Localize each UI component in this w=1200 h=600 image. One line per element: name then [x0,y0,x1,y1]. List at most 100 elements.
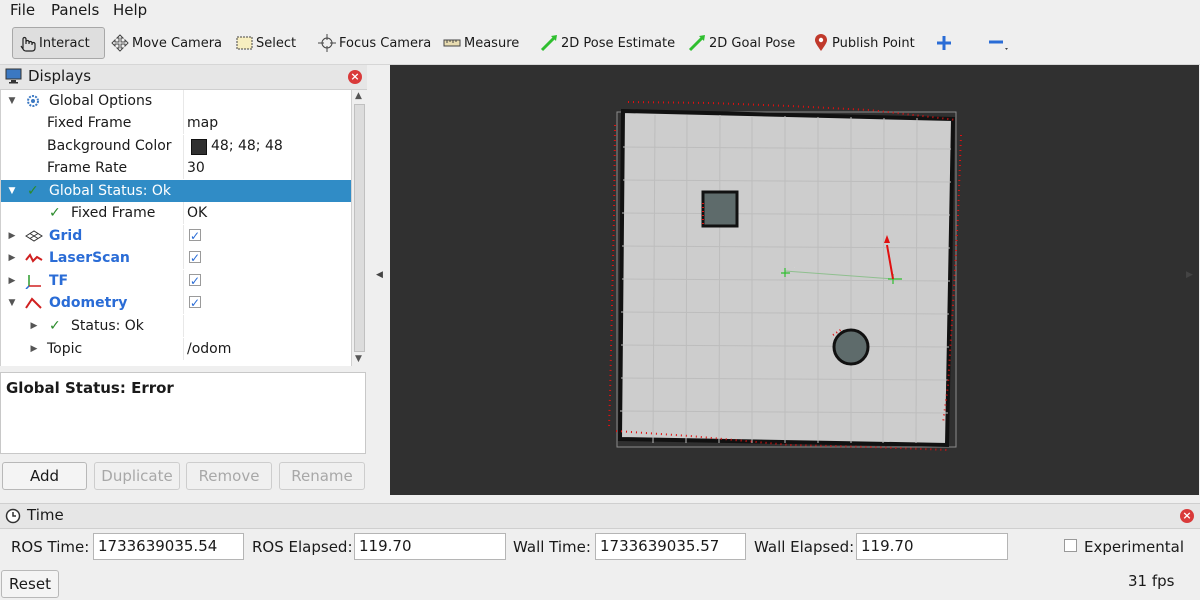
wall-elapsed-field[interactable]: 119.70 [856,533,1008,560]
column-divider [183,90,184,112]
render-viewport[interactable]: · [390,65,1199,495]
remove-tool-button[interactable] [982,27,1018,59]
tree-row-status-fixed-frame[interactable]: ✓ Fixed Frame OK [1,202,352,224]
map-scene: · [608,101,962,451]
wall-time-field[interactable]: 1733639035.57 [595,533,746,560]
tree-label: Background Color [47,138,172,154]
reset-button[interactable]: Reset [1,570,59,598]
measure-label: Measure [464,35,520,51]
displays-title: Displays [28,67,92,85]
chevron-right-icon[interactable]: ▶ [7,270,17,292]
fps-readout: 31 fps [1128,572,1175,590]
tree-row-laserscan[interactable]: ▶ LaserScan [1,247,352,269]
chevron-down-icon[interactable]: ▼ [7,292,17,314]
green-arrow-icon [688,35,705,52]
publish-point-tool-button[interactable]: Publish Point [808,27,919,59]
topic-value[interactable]: /odom [187,338,231,360]
menu-bar: File Panels Help [0,0,1200,22]
remove-display-button[interactable]: Remove [186,462,272,490]
close-icon[interactable]: × [348,70,362,84]
tree-row-odometry-status[interactable]: ▶ ✓ Status: Ok [1,315,352,337]
clock-icon [5,508,21,524]
background-color-value[interactable]: 48; 48; 48 [211,135,283,157]
tree-row-tf[interactable]: ▶ TF [1,270,352,292]
ros-time-field[interactable]: 1733639035.54 [93,533,244,560]
chevron-right-icon[interactable]: ▶ [7,225,17,247]
column-divider [183,338,184,360]
tree-row-global-status[interactable]: ▼ ✓ Global Status: Ok [1,180,352,202]
scroll-down-icon[interactable]: ▼ [355,354,362,364]
scroll-up-icon[interactable]: ▲ [355,91,362,101]
tree-scrollbar[interactable]: ▲ ▼ [351,90,367,366]
tree-row-background-color[interactable]: Background Color 48; 48; 48 [1,135,352,157]
monitor-icon [5,68,22,84]
fixed-frame-value[interactable]: map [187,112,218,134]
close-icon[interactable]: × [1180,509,1194,523]
column-divider [183,225,184,247]
scrollbar-thumb[interactable] [354,104,365,352]
focus-camera-label: Focus Camera [339,35,432,51]
tree-row-fixed-frame[interactable]: Fixed Frame map [1,112,352,134]
tree-row-frame-rate[interactable]: Frame Rate 30 [1,157,352,179]
enabled-checkbox[interactable] [189,247,201,269]
gear-icon [27,95,39,107]
ruler-icon [443,39,461,47]
select-tool-button[interactable]: Select [230,27,300,59]
rename-display-button[interactable]: Rename [279,462,365,490]
chevron-down-icon[interactable]: ▼ [7,90,17,112]
chevron-down-icon[interactable]: ▼ [7,180,17,202]
chevron-right-icon[interactable]: ▶ [29,338,39,360]
column-divider [183,112,184,134]
status-description-text: Global Status: Error [6,379,174,397]
menu-panels[interactable]: Panels [51,0,99,20]
chevron-right-icon[interactable]: ▶ [7,247,17,269]
interact-tool-button[interactable]: Interact [12,27,105,59]
check-icon: ✓ [27,183,39,199]
pose-estimate-tool-button[interactable]: 2D Pose Estimate [535,27,679,59]
experimental-checkbox[interactable] [1064,539,1077,552]
experimental-label: Experimental [1084,538,1185,556]
minus-icon [989,40,1008,50]
goal-pose-tool-button[interactable]: 2D Goal Pose [683,27,799,59]
svg-text:·: · [794,265,795,269]
plus-icon [937,36,951,50]
column-divider [183,202,184,224]
laser-icon [25,253,43,263]
add-tool-button[interactable] [930,27,960,59]
select-label: Select [256,35,297,51]
tree-label: Odometry [49,295,128,311]
measure-tool-button[interactable]: Measure [438,27,523,59]
wall-time-label: Wall Time: [513,538,591,556]
tree-row-grid[interactable]: ▶ Grid [1,225,352,247]
move-camera-tool-button[interactable]: Move Camera [106,27,226,59]
tree-row-odometry[interactable]: ▼ Odometry [1,292,352,314]
ros-elapsed-field[interactable]: 119.70 [354,533,506,560]
round-obstacle [832,328,870,366]
duplicate-display-button[interactable]: Duplicate [94,462,180,490]
color-swatch[interactable] [191,139,207,155]
focus-camera-tool-button[interactable]: Focus Camera [313,27,435,59]
enabled-checkbox[interactable] [189,292,201,314]
tree-row-global-options[interactable]: ▼ Global Options [1,90,352,112]
collapse-right-icon[interactable]: ▶ [1186,270,1193,280]
tree-label: Topic [47,341,83,357]
chevron-right-icon[interactable]: ▶ [29,315,39,337]
wall-elapsed-label: Wall Elapsed: [754,538,855,556]
square-obstacle [701,190,739,228]
column-divider [183,157,184,179]
menu-help[interactable]: Help [113,0,147,20]
add-display-button[interactable]: Add [2,462,87,490]
ros-elapsed-label: ROS Elapsed: [252,538,353,556]
interact-label: Interact [39,35,90,51]
enabled-checkbox[interactable] [189,270,201,292]
column-divider [183,292,184,314]
column-divider [183,315,184,337]
tree-label: Global Options [49,93,153,109]
tree-label: LaserScan [49,250,130,266]
menu-file[interactable]: File [10,0,35,20]
frame-rate-value[interactable]: 30 [187,157,205,179]
tree-row-topic[interactable]: ▶ Topic /odom [1,338,352,360]
tree-label: Fixed Frame [47,115,132,131]
enabled-checkbox[interactable] [189,225,201,247]
collapse-left-icon[interactable]: ◀ [376,270,383,280]
